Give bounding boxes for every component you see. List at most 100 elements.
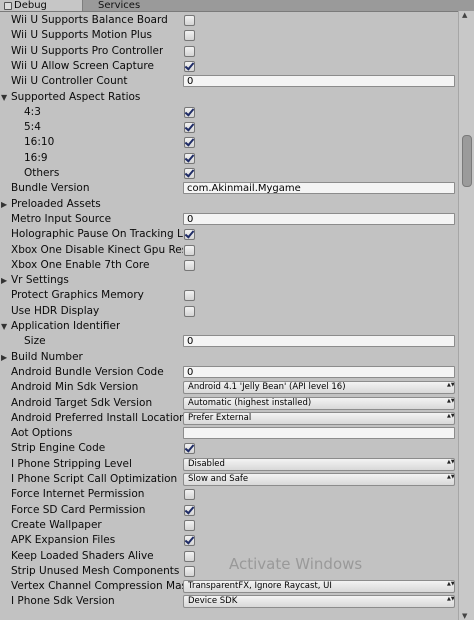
property-row: Force Internet Permission [0, 487, 458, 502]
property-checkbox[interactable] [184, 45, 195, 57]
property-label: Holographic Pause On Tracking Loss [11, 228, 183, 241]
property-row: 5:4 [0, 120, 458, 135]
property-dropdown[interactable]: Device SDK ▲▼ [183, 595, 455, 609]
property-checkbox[interactable] [184, 229, 195, 241]
dropdown-caret-icon: ▲▼ [447, 412, 455, 419]
dropdown-caret-icon: ▲▼ [447, 596, 455, 603]
property-label: 4:3 [24, 105, 41, 118]
property-row: Wii U Supports Pro Controller [0, 44, 458, 59]
property-checkbox[interactable] [184, 137, 195, 149]
debug-tab-icon [4, 2, 12, 10]
property-row: 16:9 [0, 151, 458, 166]
property-checkbox[interactable] [184, 305, 195, 317]
property-text-field[interactable]: 0 [183, 212, 455, 225]
property-row: 4:3 [0, 105, 458, 120]
property-row[interactable]: ▼ Application Identifier [0, 319, 458, 334]
property-dropdown[interactable]: Automatic (highest installed) ▲▼ [183, 396, 455, 410]
property-row: Keep Loaded Shaders Alive [0, 549, 458, 564]
property-row: I Phone Stripping Level Disabled ▲▼ [0, 457, 458, 472]
dropdown-caret-icon: ▲▼ [447, 581, 455, 588]
triangle-right-icon[interactable]: ▶ [1, 273, 9, 288]
dropdown-value: TransparentFX, Ignore Raycast, UI [188, 581, 332, 592]
property-checkbox[interactable] [184, 290, 195, 302]
property-label: Force SD Card Permission [11, 503, 146, 516]
property-row: Wii U Allow Screen Capture [0, 59, 458, 74]
property-checkbox[interactable] [184, 565, 195, 577]
scroll-up-arrow-icon[interactable]: ▲ [462, 11, 467, 19]
property-row: Others [0, 166, 458, 181]
property-row: Use HDR Display [0, 304, 458, 319]
property-label: Use HDR Display [11, 304, 100, 317]
property-label: Supported Aspect Ratios [11, 90, 141, 103]
property-label: Metro Input Source [11, 212, 112, 225]
property-checkbox[interactable] [184, 259, 195, 271]
property-label: I Phone Script Call Optimization [11, 473, 178, 485]
property-text-field[interactable]: 0 [183, 335, 455, 348]
property-dropdown[interactable]: Disabled ▲▼ [183, 457, 455, 471]
property-checkbox[interactable] [184, 535, 195, 547]
scroll-down-arrow-icon[interactable]: ▼ [462, 612, 467, 620]
property-checkbox[interactable] [184, 30, 195, 42]
property-dropdown[interactable]: Android 4.1 'Jelly Bean' (API level 16) ▲… [183, 381, 455, 395]
scrollbar-thumb[interactable] [462, 135, 472, 187]
property-label: Wii U Controller Count [11, 75, 128, 88]
property-row[interactable]: ▼ Supported Aspect Ratios [0, 90, 458, 105]
property-label: 5:4 [24, 121, 41, 134]
property-row: Android Bundle Version Code 0 [0, 365, 458, 380]
property-label: Size [24, 335, 46, 348]
property-checkbox[interactable] [184, 152, 195, 164]
property-row: Xbox One Enable 7th Core [0, 258, 458, 273]
triangle-right-icon[interactable]: ▶ [1, 197, 9, 212]
property-row[interactable]: ▶ Build Number [0, 350, 458, 365]
dropdown-value: Android 4.1 'Jelly Bean' (API level 16) [188, 382, 346, 393]
dropdown-value: Device SDK [188, 596, 238, 607]
property-label: Xbox One Disable Kinect Gpu Reservation [11, 243, 183, 256]
triangle-down-icon[interactable]: ▼ [1, 90, 9, 105]
property-row: Aot Options [0, 426, 458, 441]
dropdown-value: Slow and Safe [188, 474, 249, 484]
property-dropdown[interactable]: Prefer External ▲▼ [183, 411, 455, 425]
tab-debug-label: Debug [14, 0, 47, 11]
property-label: Bundle Version [11, 182, 90, 195]
property-checkbox[interactable] [184, 122, 195, 134]
property-dropdown[interactable]: TransparentFX, Ignore Raycast, UI ▲▼ [183, 580, 455, 594]
property-label: I Phone Sdk Version [11, 595, 115, 608]
property-checkbox[interactable] [184, 489, 195, 501]
property-row[interactable]: ▶ Vr Settings [0, 273, 458, 288]
dropdown-value: Disabled [188, 458, 225, 469]
triangle-right-icon[interactable]: ▶ [1, 350, 9, 365]
property-text-field[interactable] [183, 427, 455, 440]
property-checkbox[interactable] [184, 106, 195, 118]
property-label: Aot Options [11, 427, 73, 440]
property-label: 16:9 [24, 151, 48, 164]
property-row: Vertex Channel Compression Mask Transpare… [0, 579, 458, 594]
property-label: Vr Settings [11, 274, 69, 287]
property-checkbox[interactable] [184, 519, 195, 531]
property-label: Android Preferred Install Location [11, 411, 183, 424]
property-text-field[interactable]: 0 [183, 75, 455, 88]
tab-services[interactable]: Services [84, 0, 174, 11]
property-checkbox[interactable] [184, 550, 195, 562]
triangle-down-icon[interactable]: ▼ [1, 319, 9, 334]
property-text-field[interactable]: 0 [183, 365, 455, 378]
property-dropdown[interactable]: Slow and Safe ▲▼ [183, 473, 455, 486]
dropdown-value: Automatic (highest installed) [188, 397, 312, 408]
property-text-field[interactable]: com.Akinmail.Mygame [183, 182, 455, 195]
property-label: Preloaded Assets [11, 197, 101, 210]
property-label: Application Identifier [11, 320, 121, 332]
property-checkbox[interactable] [184, 15, 195, 26]
property-checkbox[interactable] [184, 443, 195, 455]
vertical-scrollbar[interactable]: ▲ ▼ [458, 11, 474, 620]
property-checkbox[interactable] [184, 60, 195, 72]
property-label: Xbox One Enable 7th Core [11, 258, 150, 271]
property-row[interactable]: ▶ Preloaded Assets [0, 197, 458, 212]
property-row: Metro Input Source 0 [0, 212, 458, 227]
property-row: Strip Unused Mesh Components [0, 564, 458, 579]
property-checkbox[interactable] [184, 504, 195, 516]
dropdown-caret-icon: ▲▼ [447, 397, 455, 404]
property-label: Wii U Supports Motion Plus [11, 29, 152, 42]
tab-debug[interactable]: Debug [0, 0, 83, 11]
property-checkbox[interactable] [184, 168, 195, 179]
property-checkbox[interactable] [184, 244, 195, 256]
property-label: Android Min Sdk Version [11, 381, 139, 394]
